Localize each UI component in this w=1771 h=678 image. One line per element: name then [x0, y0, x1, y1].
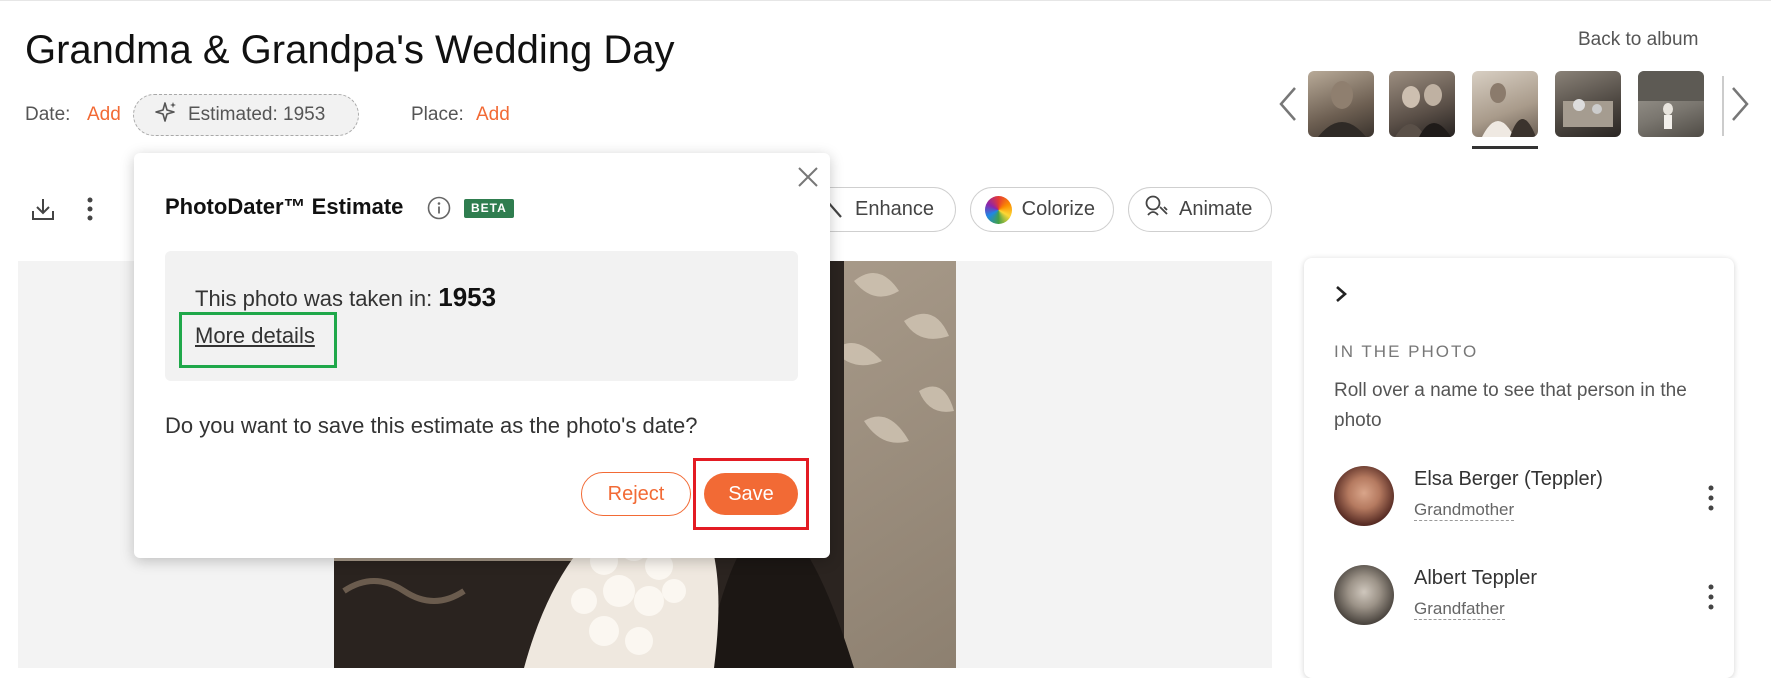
color-wheel-icon [985, 195, 1012, 224]
colorize-label: Colorize [1021, 198, 1095, 220]
download-icon[interactable] [27, 193, 59, 225]
thumbnail-1[interactable] [1308, 71, 1374, 137]
person-relation[interactable]: Grandmother [1414, 500, 1515, 521]
place-label: Place: [411, 104, 464, 125]
popup-title: PhotoDater™ Estimate [165, 194, 404, 219]
photodater-estimate-popup: PhotoDater™ Estimate BETA This photo was… [134, 153, 830, 558]
sparkle-icon [154, 100, 178, 130]
avatar [1334, 466, 1394, 526]
people-panel: IN THE PHOTO Roll over a name to see tha… [1304, 258, 1734, 678]
close-icon[interactable] [794, 163, 822, 191]
person-name[interactable]: Elsa Berger (Teppler) [1414, 468, 1603, 491]
estimated-date-text: Estimated: 1953 [188, 104, 326, 125]
thumbnail-strip-divider [1722, 76, 1724, 136]
estimate-box: This photo was taken in: 1953 More detail… [165, 251, 798, 381]
taken-in-row: This photo was taken in: 1953 [195, 282, 496, 313]
chevron-right-icon[interactable] [1334, 284, 1348, 310]
thumbnail-3-selected[interactable] [1472, 71, 1538, 137]
chevron-right-icon[interactable] [1727, 84, 1753, 124]
avatar [1334, 565, 1394, 625]
date-label: Date: [25, 104, 71, 125]
thumbnail-4[interactable] [1555, 71, 1621, 137]
person-name[interactable]: Albert Teppler [1414, 567, 1537, 590]
back-to-album-link[interactable]: Back to album [1578, 29, 1698, 51]
animate-label: Animate [1179, 198, 1253, 220]
animate-button[interactable]: Animate [1128, 187, 1272, 232]
page-title: Grandma & Grandpa's Wedding Day [25, 28, 675, 72]
more-vertical-icon[interactable] [1708, 583, 1714, 611]
more-vertical-icon[interactable] [74, 193, 106, 225]
save-question: Do you want to save this estimate as the… [165, 413, 698, 438]
thumbnail-2[interactable] [1389, 71, 1455, 137]
selected-thumbnail-indicator [1472, 146, 1538, 149]
highlight-box-red [693, 458, 809, 530]
info-icon[interactable] [427, 196, 451, 220]
animate-icon [1143, 194, 1169, 226]
more-vertical-icon[interactable] [1708, 484, 1714, 512]
thumbnail-5[interactable] [1638, 71, 1704, 137]
highlight-box-green [179, 312, 337, 368]
date-add-link[interactable]: Add [87, 104, 121, 126]
person-row[interactable]: Elsa Berger (Teppler) Grandmother [1334, 466, 1724, 532]
beta-badge: BETA [464, 199, 514, 218]
chevron-left-icon[interactable] [1275, 84, 1301, 124]
estimated-date-chip[interactable]: Estimated: 1953 [133, 94, 359, 136]
person-row[interactable]: Albert Teppler Grandfather [1334, 565, 1724, 631]
reject-button[interactable]: Reject [581, 472, 691, 516]
panel-instruction: Roll over a name to see that person in t… [1334, 380, 1687, 431]
taken-in-label: This photo was taken in: [195, 286, 433, 311]
place-add-link[interactable]: Add [476, 104, 510, 126]
estimated-year: 1953 [438, 282, 497, 312]
top-divider [0, 0, 1771, 1]
person-relation[interactable]: Grandfather [1414, 599, 1505, 620]
in-the-photo-heading: IN THE PHOTO [1334, 342, 1479, 361]
colorize-button[interactable]: Colorize [970, 187, 1114, 232]
enhance-label: Enhance [855, 198, 934, 220]
